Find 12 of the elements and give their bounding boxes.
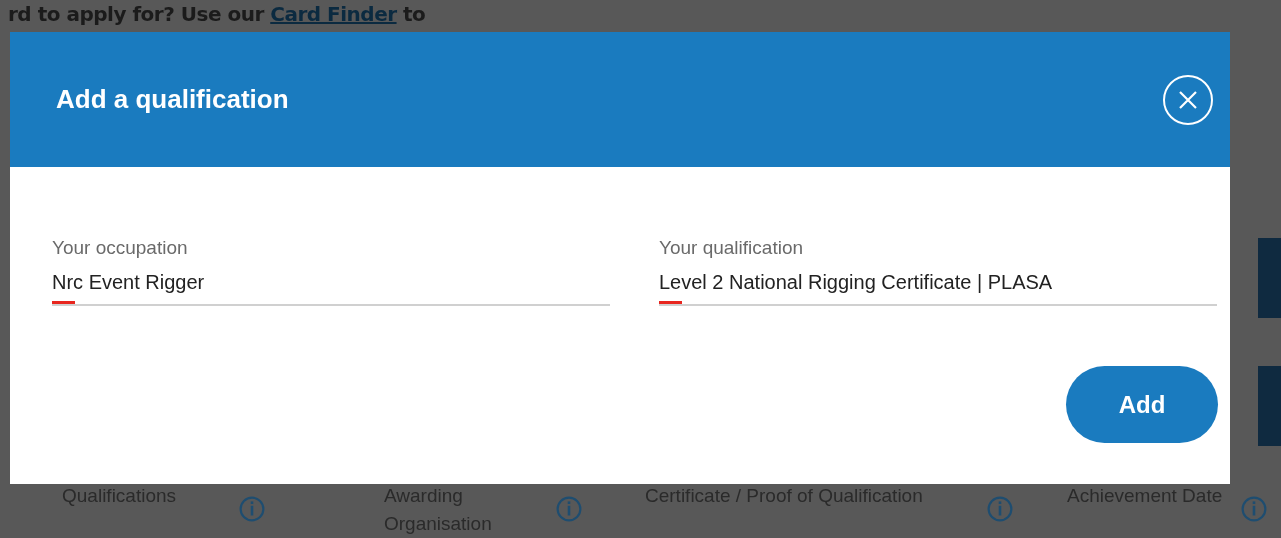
info-icon[interactable] bbox=[1241, 496, 1267, 522]
intro-text: rd to apply for? Use our Card Finder to bbox=[8, 3, 427, 25]
field-label: Your qualification bbox=[659, 237, 804, 259]
close-button[interactable] bbox=[1162, 73, 1214, 126]
field-label: Your occupation bbox=[52, 237, 189, 259]
side-button[interactable] bbox=[1258, 238, 1281, 318]
dialog-title: Add a qualification bbox=[56, 84, 289, 115]
side-button[interactable] bbox=[1258, 366, 1281, 446]
info-icon[interactable] bbox=[987, 496, 1013, 522]
info-icon[interactable] bbox=[556, 496, 582, 522]
add-button[interactable]: Add bbox=[1066, 366, 1218, 443]
info-icon[interactable] bbox=[239, 496, 265, 522]
